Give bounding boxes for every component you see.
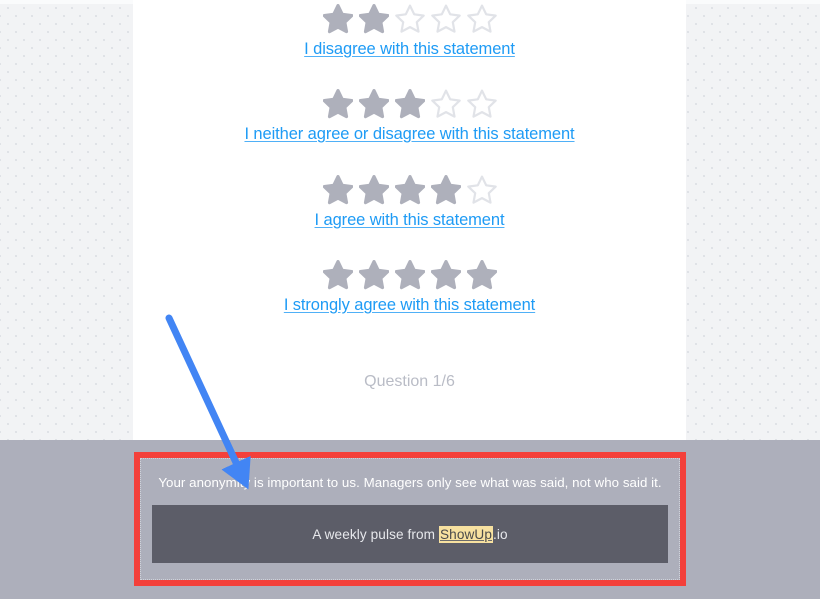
- rating-option-label[interactable]: I disagree with this statement: [304, 40, 515, 59]
- rating-option-label[interactable]: I strongly agree with this statement: [284, 296, 535, 315]
- promo-bar-text: A weekly pulse from ShowUp.io: [312, 525, 508, 543]
- promo-suffix: .io: [492, 526, 508, 542]
- rating-option-strongly-agree[interactable]: I strongly agree with this statement: [133, 258, 686, 315]
- star-rating-row[interactable]: [133, 2, 686, 36]
- star-icon[interactable]: [466, 4, 497, 34]
- star-rating-row[interactable]: [133, 173, 686, 207]
- star-icon[interactable]: [322, 260, 353, 290]
- star-icon[interactable]: [466, 260, 497, 290]
- star-icon[interactable]: [358, 89, 389, 119]
- star-icon[interactable]: [466, 175, 497, 205]
- star-icon[interactable]: [430, 89, 461, 119]
- star-icon[interactable]: [430, 260, 461, 290]
- star-icon[interactable]: [430, 4, 461, 34]
- rating-option-agree[interactable]: I agree with this statement: [133, 173, 686, 230]
- star-icon[interactable]: [394, 89, 425, 119]
- star-icon[interactable]: [322, 175, 353, 205]
- star-icon[interactable]: [358, 260, 389, 290]
- star-icon[interactable]: [394, 260, 425, 290]
- star-icon[interactable]: [394, 175, 425, 205]
- rating-option-neutral[interactable]: I neither agree or disagree with this st…: [133, 87, 686, 144]
- star-icon[interactable]: [466, 89, 497, 119]
- star-rating-row[interactable]: [133, 87, 686, 121]
- star-icon[interactable]: [394, 4, 425, 34]
- question-counter: Question 1/6: [364, 373, 455, 390]
- star-icon[interactable]: [322, 89, 353, 119]
- promo-prefix: A weekly pulse from: [312, 526, 439, 542]
- rating-option-label[interactable]: I agree with this statement: [315, 211, 505, 230]
- rating-option-label[interactable]: I neither agree or disagree with this st…: [244, 125, 574, 144]
- star-icon[interactable]: [430, 175, 461, 205]
- survey-card: I disagree with this statement I neither…: [133, 0, 686, 440]
- promo-bar[interactable]: A weekly pulse from ShowUp.io: [152, 505, 668, 563]
- star-icon[interactable]: [322, 4, 353, 34]
- promo-brand-link[interactable]: ShowUp: [439, 525, 493, 543]
- star-icon[interactable]: [358, 4, 389, 34]
- star-icon[interactable]: [358, 175, 389, 205]
- anonymity-note: Your anonymity is important to us. Manag…: [158, 475, 662, 490]
- star-rating-row[interactable]: [133, 258, 686, 292]
- rating-option-disagree[interactable]: I disagree with this statement: [133, 2, 686, 59]
